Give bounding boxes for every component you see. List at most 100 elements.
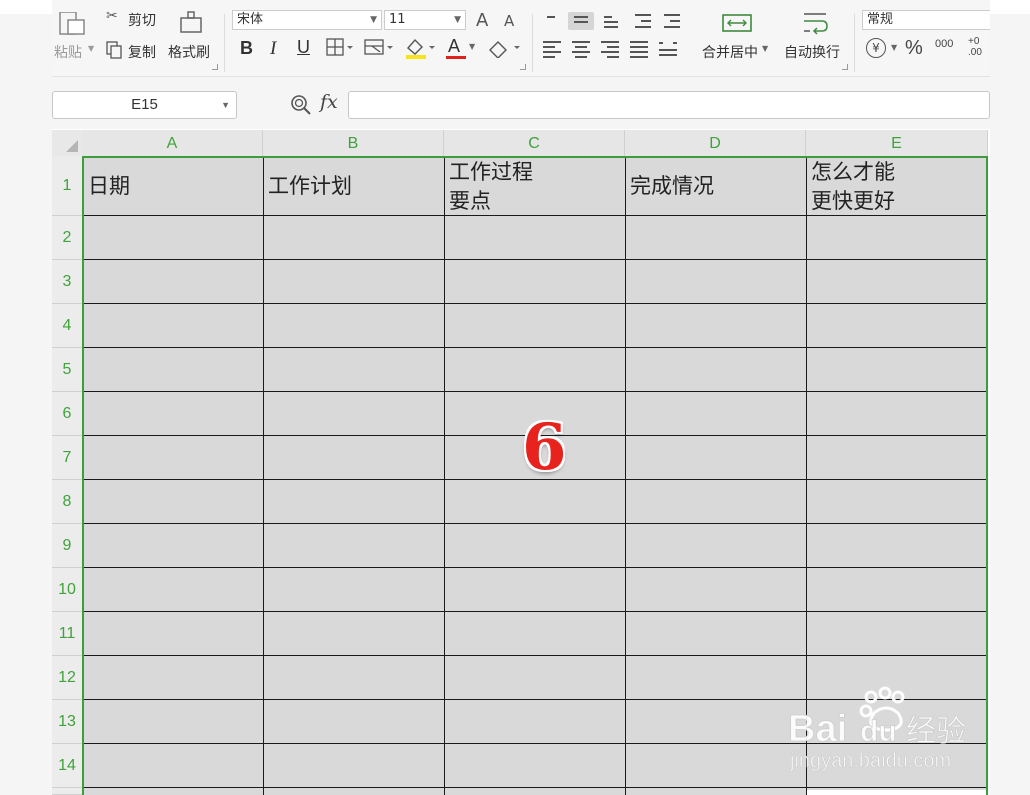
row-gridline bbox=[82, 259, 987, 260]
row-header-3[interactable]: 3 bbox=[52, 260, 82, 304]
wrap-text-button[interactable]: 自动换行 bbox=[782, 6, 848, 68]
borders-button[interactable] bbox=[326, 38, 354, 58]
row-header-8[interactable]: 8 bbox=[52, 480, 82, 524]
middle-align-button[interactable] bbox=[572, 14, 590, 30]
row-header-11[interactable]: 11 bbox=[52, 612, 82, 656]
cut-button[interactable]: ✂ 剪切 bbox=[104, 6, 164, 29]
insert-function-button[interactable]: fx bbox=[320, 91, 338, 113]
row-gridline bbox=[82, 611, 987, 612]
baidu-watermark-logo: Bai du 经验 jingyan.baidu.com bbox=[788, 686, 966, 772]
row-header-7[interactable]: 7 bbox=[52, 436, 82, 480]
number-format-select[interactable]: 常规 bbox=[862, 10, 990, 30]
wrap-text-label: 自动换行 bbox=[784, 45, 840, 61]
column-header-b[interactable]: B bbox=[263, 130, 444, 156]
row-header-13[interactable]: 13 bbox=[52, 700, 82, 744]
step-number-annotation: 6 bbox=[522, 410, 567, 485]
row-header-5[interactable]: 5 bbox=[52, 348, 82, 392]
svg-text:jingyan.baidu.com: jingyan.baidu.com bbox=[789, 750, 951, 772]
chevron-down-icon: ▼ bbox=[454, 15, 461, 25]
cell-e15[interactable] bbox=[807, 790, 987, 795]
copy-label: 复制 bbox=[128, 45, 156, 61]
decrease-indent-button[interactable] bbox=[633, 14, 651, 30]
cell-a1[interactable]: 日期 bbox=[88, 172, 130, 201]
row-header-4[interactable]: 4 bbox=[52, 304, 82, 348]
shrink-font-button[interactable]: A bbox=[504, 12, 514, 30]
currency-button[interactable]: ¥ ▼ bbox=[866, 38, 902, 60]
font-color-button[interactable]: A ▼ bbox=[446, 34, 480, 60]
font-dialog-launcher[interactable] bbox=[520, 64, 526, 70]
name-box-value: E15 bbox=[131, 96, 158, 113]
row-header-10[interactable]: 10 bbox=[52, 568, 82, 612]
column-header-e[interactable]: E bbox=[806, 130, 988, 156]
thousands-separator-button[interactable]: 000 bbox=[935, 38, 953, 50]
bold-button[interactable]: B bbox=[240, 38, 253, 59]
formula-bar: E15 ▼ fx bbox=[52, 77, 990, 129]
right-margin bbox=[990, 0, 1030, 795]
row-header-2[interactable]: 2 bbox=[52, 216, 82, 260]
name-box[interactable]: E15 ▼ bbox=[52, 91, 237, 119]
font-size-select[interactable]: 11 ▼ bbox=[384, 10, 466, 30]
font-name-select[interactable]: 宋体 ▼ bbox=[232, 10, 382, 30]
copy-button[interactable]: 复制 bbox=[104, 38, 164, 62]
column-gridline bbox=[444, 156, 445, 795]
cut-label: 剪切 bbox=[128, 13, 156, 29]
bottom-align-button[interactable] bbox=[602, 14, 620, 30]
format-painter-icon bbox=[180, 11, 202, 33]
underline-button[interactable]: U bbox=[297, 37, 310, 58]
row-gridline bbox=[82, 523, 987, 524]
row-header-6[interactable]: 6 bbox=[52, 392, 82, 436]
column-gridline bbox=[263, 156, 264, 795]
svg-text:Bai: Bai bbox=[788, 708, 847, 750]
row-gridline bbox=[82, 303, 987, 304]
paste-button[interactable]: 粘贴 ▼ bbox=[52, 0, 98, 68]
cell-d1[interactable]: 完成情况 bbox=[630, 172, 714, 201]
row-header-14[interactable]: 14 bbox=[52, 744, 82, 788]
distributed-align-button[interactable] bbox=[659, 38, 677, 56]
chevron-down-icon: ▼ bbox=[221, 100, 230, 110]
chevron-down-icon: ▼ bbox=[891, 43, 898, 52]
cell-e1-line2: 更快更好 bbox=[811, 189, 895, 213]
cell-e1[interactable]: 怎么才能 更快更好 bbox=[811, 158, 895, 216]
row-gridline bbox=[82, 347, 987, 348]
formula-input[interactable] bbox=[348, 91, 990, 119]
merge-center-button[interactable]: 合并居中 ▼ bbox=[700, 6, 772, 68]
percent-button[interactable]: % bbox=[905, 37, 923, 60]
italic-button[interactable]: I bbox=[270, 38, 276, 60]
clipboard-dialog-launcher[interactable] bbox=[212, 64, 218, 70]
ribbon-toolbar: 粘贴 ▼ ✂ 剪切 复制 格式刷 宋体 ▼ 11 ▼ A A B I U A ▼… bbox=[52, 0, 990, 77]
top-align-button[interactable] bbox=[545, 14, 563, 30]
justify-button[interactable] bbox=[630, 40, 648, 58]
column-gridline bbox=[625, 156, 626, 795]
chevron-down-icon: ▼ bbox=[370, 15, 377, 25]
row-header-1[interactable]: 1 bbox=[52, 156, 82, 216]
cell-e1-line1: 怎么才能 bbox=[811, 160, 895, 184]
row-header-12[interactable]: 12 bbox=[52, 656, 82, 700]
fill-color-button[interactable] bbox=[404, 36, 436, 60]
column-header-d[interactable]: D bbox=[625, 130, 806, 156]
format-painter-button[interactable]: 格式刷 bbox=[166, 0, 218, 68]
row-gridline bbox=[82, 787, 987, 788]
increase-indent-button[interactable] bbox=[662, 14, 680, 30]
yen-icon: ¥ bbox=[866, 38, 886, 58]
cell-b1[interactable]: 工作计划 bbox=[268, 172, 352, 201]
cell-style-button[interactable] bbox=[364, 38, 394, 58]
alignment-dialog-launcher[interactable] bbox=[842, 64, 848, 70]
align-left-button[interactable] bbox=[543, 40, 561, 58]
number-format-value: 常规 bbox=[867, 12, 894, 27]
align-right-button[interactable] bbox=[601, 40, 619, 58]
cell-c1[interactable]: 工作过程 要点 bbox=[449, 158, 533, 216]
svg-text:经验: 经验 bbox=[906, 714, 966, 749]
row-header-15[interactable] bbox=[52, 788, 82, 795]
grow-font-button[interactable]: A bbox=[476, 10, 488, 31]
zoom-search-icon[interactable] bbox=[289, 93, 313, 117]
copy-icon bbox=[106, 41, 122, 59]
column-header-a[interactable]: A bbox=[82, 130, 263, 156]
column-header-c[interactable]: C bbox=[444, 130, 625, 156]
clear-format-button[interactable] bbox=[486, 38, 522, 58]
merge-cells-icon bbox=[722, 14, 752, 32]
ribbon-divider bbox=[532, 14, 533, 72]
align-center-button[interactable] bbox=[572, 40, 590, 58]
select-all-button[interactable] bbox=[52, 130, 82, 156]
increase-decimal-button[interactable]: +0.00 bbox=[968, 36, 982, 58]
row-header-9[interactable]: 9 bbox=[52, 524, 82, 568]
